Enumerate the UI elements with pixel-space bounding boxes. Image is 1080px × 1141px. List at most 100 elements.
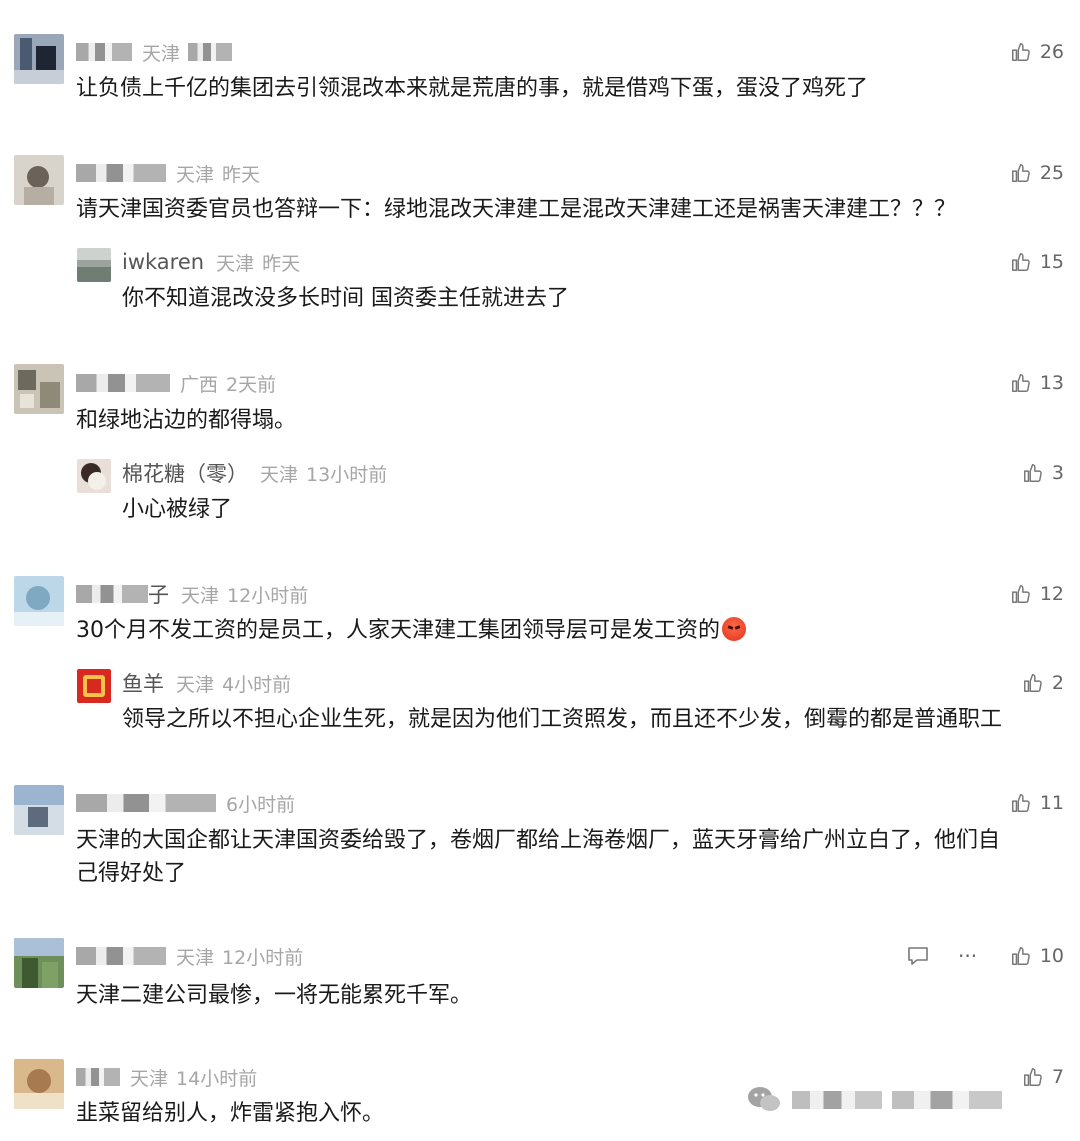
like-button[interactable]: 3 (1022, 459, 1064, 487)
like-button[interactable]: 13 (1010, 369, 1064, 397)
like-count: 15 (1039, 251, 1064, 273)
comment-text: 韭菜留给别人，炸雷紧抱入怀。 (76, 1101, 385, 1126)
avatar[interactable] (14, 938, 64, 988)
comment-text: 让负债上千亿的集团去引领混改本来就是荒唐的事，就是借鸡下蛋，蛋没了鸡死了 (76, 76, 869, 101)
avatar-image (14, 155, 64, 205)
avatar[interactable] (14, 34, 64, 84)
comment-text: 天津二建公司最惨，一将无能累死千军。 (76, 983, 473, 1008)
comment-text-content: 30个月不发工资的是员工，人家天津建工集团领导层可是发工资的 (76, 618, 720, 643)
reply-meta: 棉花糖（零） 天津 13小时前 (122, 459, 387, 487)
like-count: 25 (1039, 162, 1064, 184)
thumbs-up-icon (1011, 253, 1030, 271)
avatar[interactable] (14, 155, 64, 205)
thumbs-up-icon (1011, 947, 1030, 965)
username-blurred[interactable] (76, 164, 166, 182)
avatar[interactable] (14, 1059, 64, 1109)
reply-text: 你不知道混改没多长时间 国资委主任就进去了 (122, 286, 569, 311)
like-button[interactable]: 12 (1010, 580, 1064, 608)
comment-text-line-1: 天津的大国企都让天津国资委给毁了，卷烟厂都给上海卷烟厂，蓝天牙膏给广州立白了，他… (76, 828, 1001, 853)
like-count: 3 (1051, 462, 1064, 484)
username-blurred[interactable] (76, 585, 148, 603)
time-blurred (188, 43, 233, 61)
time: 昨天 (222, 163, 261, 186)
like-button[interactable]: 15 (1010, 248, 1064, 276)
reply-button[interactable] (906, 942, 930, 970)
reply-meta: 鱼羊 天津 4小时前 (122, 669, 291, 697)
avatar[interactable] (14, 785, 64, 835)
username[interactable]: iwkaren (122, 250, 204, 274)
username-suffix[interactable]: 子 (148, 579, 169, 609)
angry-face-icon (722, 617, 746, 641)
thumbs-up-icon (1011, 164, 1030, 182)
thumbs-up-icon (1023, 674, 1042, 692)
like-count: 12 (1039, 583, 1064, 605)
comment-text: 请天津国资委官员也答辩一下：绿地混改天津建工是混改天津建工还是祸害天津建工？？？ (76, 197, 957, 222)
username-blurred[interactable] (76, 43, 132, 61)
time: 昨天 (262, 252, 301, 275)
thumbs-up-icon (1023, 464, 1042, 482)
like-count: 7 (1051, 1066, 1064, 1088)
comment-text: 和绿地沾边的都得塌。 (76, 408, 297, 433)
like-button[interactable]: 11 (1010, 789, 1064, 817)
wechat-icon (748, 1087, 780, 1111)
avatar-image (14, 364, 64, 414)
time: 13小时前 (306, 463, 388, 486)
location: 天津 (176, 673, 215, 696)
comment-text-line-2: 己得好处了 (76, 861, 187, 886)
thumbs-up-icon (1011, 585, 1030, 603)
comment-meta: 广西 2天前 (76, 369, 276, 397)
avatar-image (14, 785, 64, 835)
time: 14小时前 (176, 1067, 258, 1090)
comment-meta: 6小时前 (76, 789, 295, 817)
avatar-image (77, 248, 111, 282)
comment-text: 30个月不发工资的是员工，人家天津建工集团领导层可是发工资的 (76, 614, 746, 648)
like-count: 10 (1039, 945, 1064, 967)
like-button[interactable]: 10 (1010, 942, 1064, 970)
time: 4小时前 (222, 673, 292, 696)
location: 天津 (216, 252, 255, 275)
like-count: 26 (1039, 41, 1064, 63)
username[interactable]: 鱼羊 (122, 668, 164, 698)
avatar-image (14, 1059, 64, 1109)
more-button[interactable]: ··· (958, 942, 977, 970)
watermark-text-blurred (892, 1091, 1002, 1109)
location: 天津 (176, 163, 215, 186)
avatar-image (14, 576, 64, 626)
like-button[interactable]: 26 (1010, 38, 1064, 66)
avatar[interactable] (77, 459, 111, 493)
avatar-image (14, 34, 64, 84)
time: 6小时前 (226, 793, 296, 816)
avatar-image (77, 459, 111, 493)
location: 天津 (181, 584, 220, 607)
thumbs-up-icon (1011, 794, 1030, 812)
avatar[interactable] (77, 669, 111, 703)
username-blurred[interactable] (76, 374, 170, 392)
reply-meta: iwkaren 天津 昨天 (122, 248, 300, 276)
like-button[interactable]: 2 (1022, 669, 1064, 697)
location: 天津 (142, 42, 181, 65)
comment-meta: 天津 12小时前 (76, 942, 303, 970)
time: 2天前 (226, 373, 277, 396)
username-blurred[interactable] (76, 794, 216, 812)
username-blurred[interactable] (76, 947, 166, 965)
like-count: 2 (1051, 672, 1064, 694)
more-icon: ··· (958, 944, 978, 968)
avatar[interactable] (14, 364, 64, 414)
username-blurred[interactable] (76, 1068, 120, 1086)
time: 12小时前 (222, 946, 304, 969)
comment-meta: 天津 昨天 (76, 159, 260, 187)
thumbs-up-icon (1011, 43, 1030, 61)
time: 12小时前 (227, 584, 309, 607)
like-button[interactable]: 25 (1010, 159, 1064, 187)
username[interactable]: 棉花糖（零） (122, 458, 248, 488)
avatar[interactable] (77, 248, 111, 282)
avatar[interactable] (14, 576, 64, 626)
watermark-text-blurred (792, 1091, 882, 1109)
thumbs-up-icon (1011, 374, 1030, 392)
like-count: 11 (1039, 792, 1064, 814)
location: 天津 (176, 946, 215, 969)
avatar-image (14, 938, 64, 988)
like-count: 13 (1039, 372, 1064, 394)
location: 天津 (260, 463, 299, 486)
reply-text: 小心被绿了 (122, 497, 233, 522)
